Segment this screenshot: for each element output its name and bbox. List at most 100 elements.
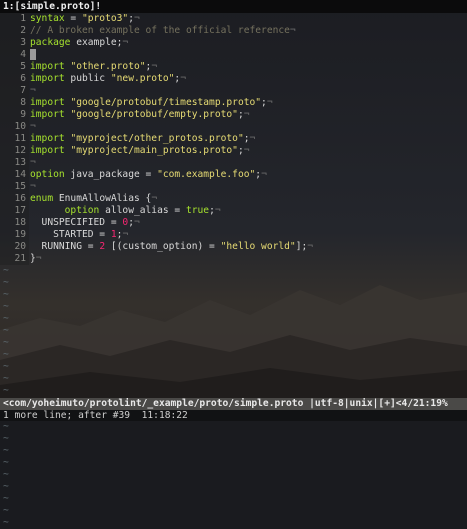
code-line[interactable]: 6 import public "new.proto";¬ [0, 73, 467, 85]
code-token: public [64, 73, 111, 84]
code-line[interactable]: 7 ¬ [0, 85, 467, 97]
text-cursor [30, 49, 36, 60]
code-token: import [30, 109, 65, 120]
code-token: import [30, 145, 65, 156]
code-text: ¬ [29, 157, 36, 169]
line-number: 7 [0, 85, 29, 97]
line-number: 21 [0, 253, 29, 265]
code-line[interactable]: 17 option allow_alias = true;¬ [0, 205, 467, 217]
code-text: ¬ [29, 121, 36, 133]
status-line: <com/yoheimuto/protolint/_example/proto/… [0, 398, 467, 410]
code-token: import [30, 73, 65, 84]
code-token: "new.proto" [110, 73, 175, 84]
code-token: "google/protobuf/timestamp.proto" [70, 97, 262, 108]
code-token: example; [70, 37, 123, 48]
code-line[interactable]: 8 import "google/protobuf/timestamp.proto… [0, 97, 467, 109]
eol-marker: ¬ [30, 85, 36, 96]
code-text: import "google/protobuf/timestamp.proto"… [29, 97, 273, 109]
line-number: 13 [0, 157, 29, 169]
code-token: EnumAllowAlias { [53, 193, 152, 204]
code-text: ¬ [29, 181, 36, 193]
code-line[interactable]: 14 option java_package = "com.example.foo… [0, 169, 467, 181]
code-line[interactable]: 21}¬ [0, 253, 467, 265]
code-line[interactable]: 4 [0, 49, 467, 61]
code-token: true [185, 205, 210, 216]
code-token: "myproject/other_protos.proto" [70, 133, 244, 144]
empty-line-marker: ~ [3, 301, 9, 312]
code-text: }¬ [29, 253, 42, 265]
code-text: ¬ [29, 85, 36, 97]
code-token: import [30, 133, 65, 144]
editor-buffer[interactable]: 1 syntax = "proto3";¬ 2// A broken example… [0, 13, 467, 529]
code-token: [(custom_option) = [105, 241, 221, 252]
empty-line-marker: ~ [3, 493, 9, 504]
code-token: // A broken example of the official refe… [30, 25, 290, 36]
code-text: option allow_alias = true;¬ [29, 205, 221, 217]
eol-marker: ¬ [30, 181, 36, 192]
code-token: option [64, 205, 100, 216]
line-number: 14 [0, 169, 29, 181]
code-line[interactable]: 18 UNSPECIFIED = 0;¬ [0, 217, 467, 229]
code-line[interactable]: 3 package example;¬ [0, 37, 467, 49]
eol-marker: ¬ [249, 133, 256, 144]
empty-line-marker: ~ [3, 421, 9, 432]
empty-line-marker: ~ [3, 481, 9, 492]
code-token: import [30, 97, 65, 108]
code-text: import "myproject/other_protos.proto";¬ [29, 133, 255, 145]
code-line[interactable]: 16 enum EnumAllowAlias {¬ [0, 193, 467, 205]
code-token: "proto3" [81, 13, 129, 24]
code-token: RUNNING = [30, 241, 100, 252]
code-token: "myproject/main_protos.proto" [70, 145, 238, 156]
eol-marker: ¬ [214, 205, 221, 216]
eol-marker: ¬ [243, 109, 250, 120]
code-line[interactable]: 11 import "myproject/other_protos.proto";… [0, 133, 467, 145]
code-line[interactable]: 9 import "google/protobuf/empty.proto";¬ [0, 109, 467, 121]
code-line[interactable]: 2// A broken example of the official ref… [0, 25, 467, 37]
code-text: import "google/protobuf/empty.proto";¬ [29, 109, 250, 121]
eol-marker: ¬ [30, 121, 36, 132]
code-line[interactable]: 10 ¬ [0, 121, 467, 133]
line-number: 4 [0, 49, 29, 61]
code-text: import "myproject/main_protos.proto";¬ [29, 145, 250, 157]
code-line[interactable]: 19 STARTED = 1;¬ [0, 229, 467, 241]
eol-marker: ¬ [30, 157, 36, 168]
code-token: syntax [30, 13, 65, 24]
code-text: import public "new.proto";¬ [29, 73, 186, 85]
code-token: java_package = [64, 169, 158, 180]
code-text: package example;¬ [29, 37, 128, 49]
empty-line-marker: ~ [3, 337, 9, 348]
empty-line-marker: ~ [3, 325, 9, 336]
code-token: option [30, 169, 65, 180]
line-number: 3 [0, 37, 29, 49]
code-text: STARTED = 1;¬ [29, 229, 128, 241]
line-number: 16 [0, 193, 29, 205]
line-number: 10 [0, 121, 29, 133]
code-line[interactable]: 12 import "myproject/main_protos.proto";¬ [0, 145, 467, 157]
empty-line-marker: ~ [3, 277, 9, 288]
eol-marker: ¬ [133, 217, 140, 228]
code-line[interactable]: 20 RUNNING = 2 [(custom_option) = "hello… [0, 241, 467, 253]
line-number: 19 [0, 229, 29, 241]
line-number: 9 [0, 109, 29, 121]
tab-simple-proto[interactable]: 1:[simple.proto]! [0, 0, 467, 13]
code-text: RUNNING = 2 [(custom_option) = "hello wo… [29, 241, 314, 253]
code-line[interactable]: 15 ¬ [0, 181, 467, 193]
empty-line-marker: ~ [3, 457, 9, 468]
code-token: allow_alias = [99, 205, 186, 216]
code-line[interactable]: 5 import "other.proto";¬ [0, 61, 467, 73]
code-line[interactable]: 13 ¬ [0, 157, 467, 169]
code-token: package [30, 37, 71, 48]
code-token: import [30, 61, 65, 72]
eol-marker: ¬ [266, 97, 273, 108]
code-line[interactable]: 1 syntax = "proto3";¬ [0, 13, 467, 25]
line-number: 20 [0, 241, 29, 253]
code-text: UNSPECIFIED = 0;¬ [29, 217, 140, 229]
empty-line-marker: ~ [3, 373, 9, 384]
command-line[interactable]: 1 more line; after #39 11:18:22 [0, 410, 467, 421]
eol-marker: ¬ [289, 25, 296, 36]
code-text: // A broken example of the official refe… [29, 25, 296, 37]
empty-line-marker: ~ [3, 361, 9, 372]
code-token: "google/protobuf/empty.proto" [70, 109, 238, 120]
eol-marker: ¬ [151, 193, 158, 204]
